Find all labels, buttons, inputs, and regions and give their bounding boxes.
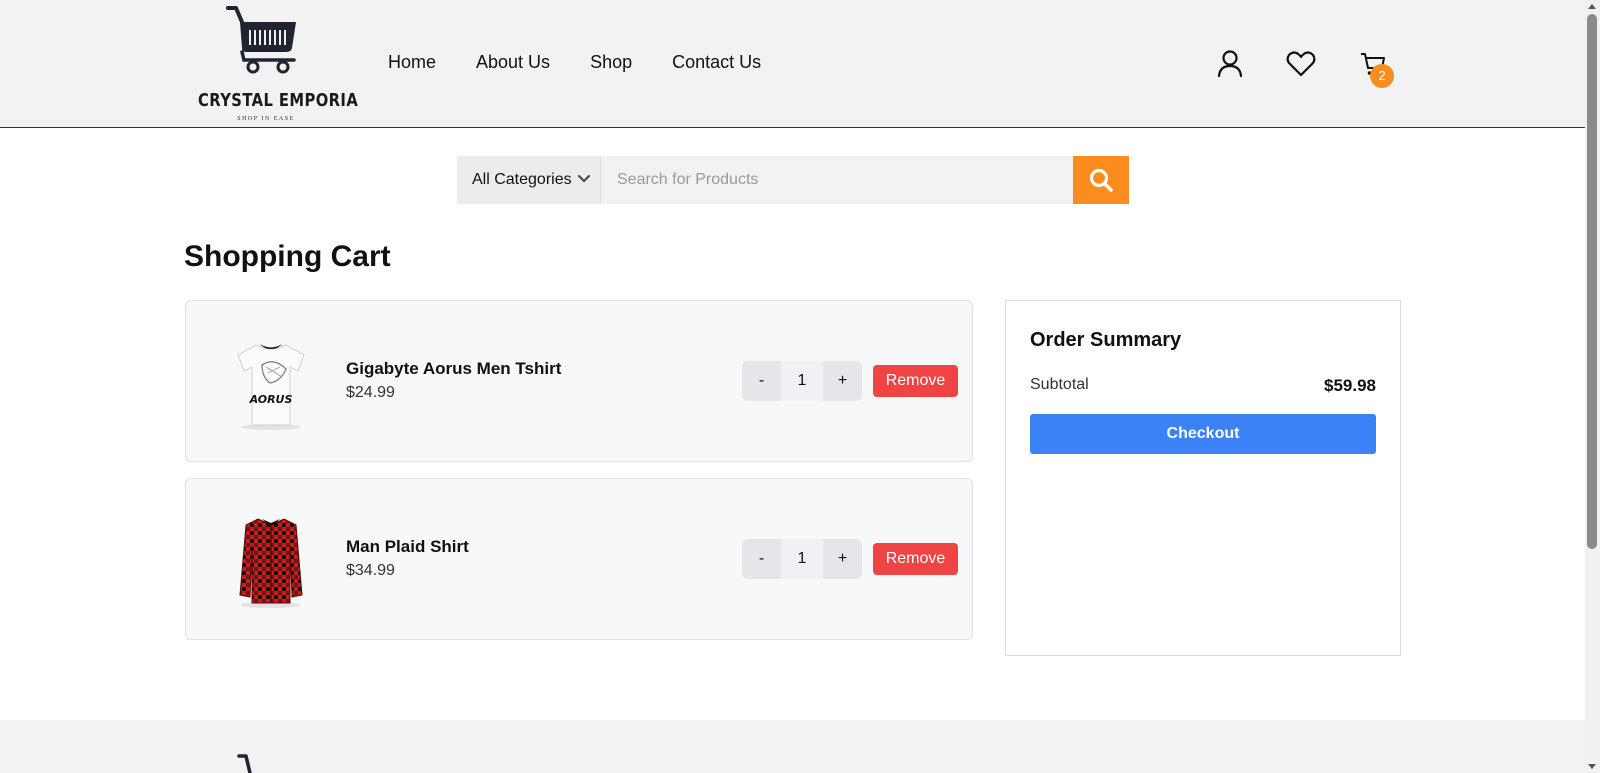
site-footer [0,720,1585,773]
nav-shop[interactable]: Shop [590,52,632,73]
white-tshirt-image: AORUS [237,344,305,430]
checkout-button[interactable]: Checkout [1030,414,1376,454]
category-select[interactable]: All Categories [457,156,601,204]
decrement-button[interactable]: - [742,539,781,579]
quantity-stepper: - 1 + [742,361,862,401]
nav-contact-us[interactable]: Contact Us [672,52,761,73]
remove-button[interactable]: Remove [873,543,958,575]
scroll-up-arrow-icon[interactable] [1588,4,1596,9]
shopping-cart-logo-icon [226,6,296,74]
quantity-value: 1 [781,539,823,579]
remove-button[interactable]: Remove [873,365,958,397]
nav-home[interactable]: Home [388,52,436,73]
category-select-value: All Categories [472,171,572,188]
increment-button[interactable]: + [823,539,862,579]
user-icon[interactable] [1214,48,1246,80]
svg-text:AORUS: AORUS [249,393,293,406]
footer-logo-cart-icon [237,754,252,773]
chevron-down-icon [578,175,590,182]
nav-about-us[interactable]: About Us [476,52,550,73]
product-name[interactable]: Man Plaid Shirt [346,537,469,557]
product-name[interactable]: Gigabyte Aorus Men Tshirt [346,359,561,379]
scroll-down-arrow-icon[interactable] [1588,764,1596,769]
scrollbar-thumb[interactable] [1587,14,1597,549]
product-price: $34.99 [346,562,395,579]
search-icon [1089,168,1113,192]
logo-name: CRYSTAL EMPORIA [198,90,359,111]
brand-logo[interactable]: CRYSTAL EMPORIA SHOP IN EASE [198,4,359,124]
heart-icon[interactable] [1285,48,1317,80]
search-input[interactable] [601,156,1073,204]
decrement-button[interactable]: - [742,361,781,401]
logo-tagline: SHOP IN EASE [237,116,295,122]
quantity-stepper: - 1 + [742,539,862,579]
cart-item: Man Plaid Shirt $34.99 - 1 + Remove [185,478,973,640]
product-price: $24.99 [346,384,395,401]
page-title: Shopping Cart [184,240,391,273]
cart-count-badge: 2 [1370,64,1394,88]
quantity-value: 1 [781,361,823,401]
order-summary: Order Summary Subtotal $59.98 Checkout [1005,300,1401,656]
increment-button[interactable]: + [823,361,862,401]
search-button[interactable] [1073,156,1129,204]
search-bar: All Categories [457,156,1129,204]
site-header: CRYSTAL EMPORIA SHOP IN EASE Home About … [0,0,1585,128]
main-nav: Home About Us Shop Contact Us [388,52,801,73]
cart-item: AORUS Gigabyte Aorus Men Tshirt $24.99 -… [185,300,973,462]
red-plaid-shirt-image [239,518,303,608]
page-scrollbar[interactable] [1585,0,1600,773]
subtotal-label: Subtotal [1030,376,1089,393]
order-summary-title: Order Summary [1030,329,1182,351]
subtotal-value: $59.98 [1324,376,1376,395]
